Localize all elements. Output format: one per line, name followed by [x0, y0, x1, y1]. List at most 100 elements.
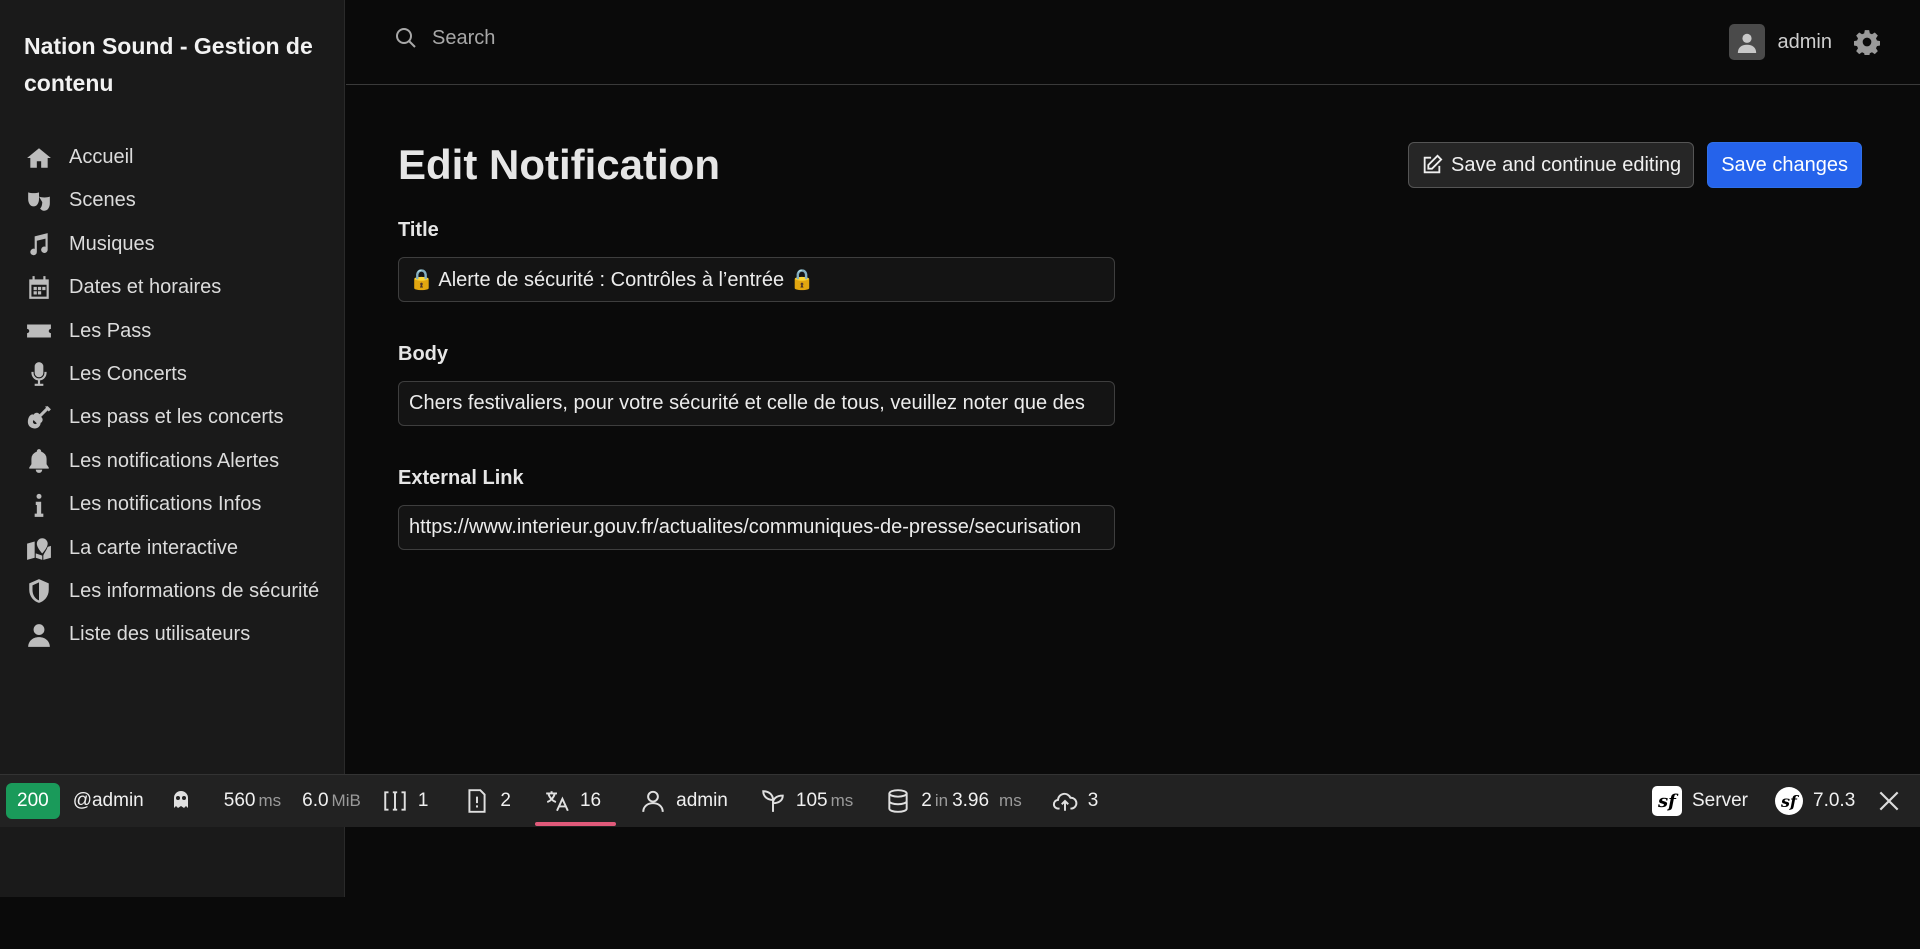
route-user: @admin: [72, 790, 144, 811]
ghost-panel[interactable]: [168, 775, 194, 828]
sidebar-item-utilisateurs[interactable]: Liste des utilisateurs: [24, 619, 334, 650]
sidebar-item-label: Liste des utilisateurs: [69, 623, 251, 646]
sidebar-item-securite[interactable]: Les informations de sécurité: [24, 576, 334, 607]
translation-count: 16: [579, 790, 602, 811]
sidebar-item-label: Scenes: [69, 189, 136, 212]
active-panel-indicator: [534, 821, 617, 826]
symfony-version: 7.0.3: [1813, 790, 1856, 811]
symfony-logo-icon: sf: [1652, 786, 1682, 816]
cloud-upload-icon: [1052, 792, 1078, 811]
translation-panel[interactable]: 16: [534, 775, 617, 828]
sidebar-item-scenes[interactable]: Scenes: [24, 185, 334, 216]
app-title[interactable]: Nation Sound - Gestion de contenu: [24, 28, 324, 102]
search-icon: [396, 28, 416, 48]
db-in: in: [934, 791, 949, 810]
sidebar-item-label: Les notifications Infos: [69, 493, 262, 516]
sidebar-nav: Accueil Scenes Musiques Dates et horaire…: [24, 142, 334, 663]
save-and-continue-button[interactable]: Save and continue editing: [1408, 142, 1695, 188]
external-link-label: External Link: [398, 467, 524, 489]
sidebar-item-label: Les informations de sécurité: [69, 579, 320, 602]
close-icon[interactable]: [1876, 788, 1902, 814]
top-bar: Search admin: [346, 0, 1920, 85]
sidebar-item-label: Les Concerts: [69, 362, 187, 385]
status-code-badge: 200: [6, 783, 60, 819]
route-user-panel[interactable]: @admin: [73, 775, 144, 828]
twig-value: 105: [795, 790, 828, 811]
title-input[interactable]: 🔒 Alerte de sécurité : Contrôles à l’ent…: [398, 257, 1115, 302]
sidebar-item-label: Dates et horaires: [69, 276, 222, 299]
sidebar-item-label: Les pass et les concerts: [69, 406, 284, 429]
page-title: Edit Notification: [398, 141, 720, 188]
sidebar-item-label: Musiques: [69, 232, 155, 255]
memory-unit: MiB: [331, 791, 361, 810]
body-field-group: Body Chers festivaliers, pour votre sécu…: [398, 342, 1115, 426]
gear-icon[interactable]: [1853, 29, 1881, 57]
log-file-icon: [468, 789, 486, 813]
forms-count: 1: [417, 790, 429, 811]
avatar[interactable]: [1728, 24, 1765, 60]
server-panel[interactable]: sf Server: [1652, 775, 1748, 828]
sidebar-item-label: Les Pass: [69, 319, 152, 342]
sidebar-item-concerts[interactable]: Les Concerts: [24, 359, 334, 390]
security-panel[interactable]: admin: [640, 775, 728, 828]
info-icon: [24, 489, 54, 520]
sidebar-item-pass[interactable]: Les Pass: [24, 316, 334, 347]
save-and-continue-label: Save and continue editing: [1451, 153, 1682, 176]
symfony-version-panel[interactable]: sf 7.0.3: [1775, 775, 1855, 828]
sidebar-item-pass-concerts[interactable]: Les pass et les concerts: [24, 402, 334, 433]
sidebar: Nation Sound - Gestion de contenu Accuei…: [0, 0, 345, 897]
sidebar-item-accueil[interactable]: Accueil: [24, 142, 334, 173]
memory-panel[interactable]: 6.0 MiB: [302, 775, 361, 828]
security-user: admin: [676, 790, 728, 811]
twig-panel[interactable]: 105 ms: [760, 775, 853, 828]
twig-unit: ms: [830, 791, 854, 810]
edit-icon: [1423, 154, 1443, 174]
theater-masks-icon: [24, 185, 54, 216]
shield-icon: [24, 576, 54, 607]
database-panel[interactable]: 2 in 3.96 ms: [885, 775, 1022, 828]
forms-panel[interactable]: 1: [382, 775, 429, 828]
body-input[interactable]: Chers festivaliers, pour votre sécurité …: [398, 381, 1115, 426]
search-box[interactable]: Search: [394, 26, 495, 50]
sidebar-item-dates[interactable]: Dates et horaires: [24, 272, 334, 303]
memory-value: 6.0: [302, 790, 329, 811]
sidebar-item-carte[interactable]: La carte interactive: [24, 533, 334, 564]
save-changes-button[interactable]: Save changes: [1707, 142, 1862, 188]
performance-panel[interactable]: 560 ms: [224, 775, 281, 828]
ghost-icon: [173, 791, 188, 808]
twig-icon: [762, 790, 784, 812]
time-value: 560: [223, 790, 256, 811]
ticket-icon: [24, 316, 54, 347]
database-icon: [888, 789, 908, 813]
sidebar-item-label: La carte interactive: [69, 536, 238, 559]
user-menu[interactable]: admin: [1728, 24, 1881, 60]
sidebar-item-label: Les notifications Alertes: [69, 449, 280, 472]
guitar-icon: [24, 402, 54, 433]
db-unit: ms: [999, 791, 1022, 810]
form-actions: Save and continue editing Save changes: [1408, 142, 1862, 188]
title-label: Title: [398, 219, 439, 241]
user-icon: [24, 619, 54, 650]
status-code-panel[interactable]: 200: [0, 775, 60, 828]
main-content: Edit Notification: [398, 140, 720, 190]
search-input[interactable]: Search: [432, 27, 495, 50]
debug-toolbar: 200 @admin 560 ms 6.0 MiB 1 2 16 admin 105…: [0, 774, 1920, 827]
external-link-input[interactable]: https://www.interieur.gouv.fr/actualites…: [398, 505, 1115, 550]
logs-panel[interactable]: 2: [464, 775, 511, 828]
db-time: 3.96: [952, 790, 990, 811]
translation-icon: [546, 791, 569, 812]
sidebar-item-label: Accueil: [69, 146, 134, 168]
form-icon: [384, 791, 406, 811]
map-icon: [24, 533, 54, 564]
sidebar-item-infos[interactable]: Les notifications Infos: [24, 489, 334, 520]
user-avatar-icon: [1737, 33, 1756, 53]
sidebar-item-musiques[interactable]: Musiques: [24, 229, 334, 260]
body-label: Body: [398, 343, 448, 365]
external-link-field-group: External Link https://www.interieur.gouv…: [398, 466, 1115, 550]
http-client-panel[interactable]: 3: [1052, 775, 1098, 828]
sidebar-item-alertes[interactable]: Les notifications Alertes: [24, 446, 334, 477]
title-field-group: Title 🔒 Alerte de sécurité : Contrôles à…: [398, 218, 1115, 302]
symfony-round-logo-icon: sf: [1775, 787, 1803, 815]
logs-count: 2: [500, 790, 511, 811]
username[interactable]: admin: [1778, 31, 1832, 54]
